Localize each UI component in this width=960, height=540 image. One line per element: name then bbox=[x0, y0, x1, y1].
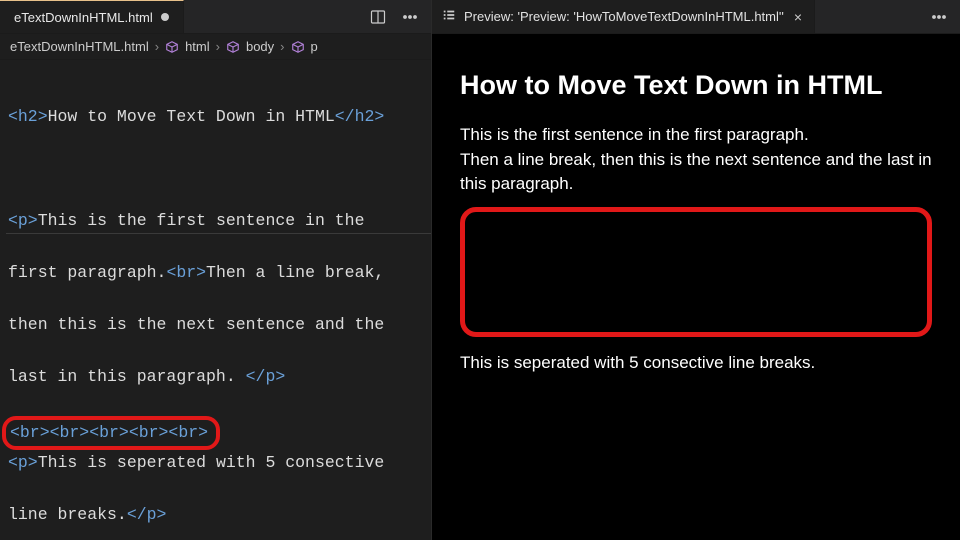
code-line-highlighted: <br><br><br><br><br> bbox=[2, 416, 220, 450]
editor-tab-actions bbox=[357, 0, 431, 33]
preview-heading: How to Move Text Down in HTML bbox=[460, 66, 932, 105]
chevron-right-icon: › bbox=[216, 39, 220, 54]
editor-pane: eTextDownInHTML.html eTextDownInHTML.htm… bbox=[0, 0, 432, 540]
close-icon[interactable]: × bbox=[792, 9, 804, 25]
breadcrumb-seg-html: html bbox=[185, 39, 210, 54]
symbol-icon bbox=[226, 40, 240, 54]
editor-tab-active[interactable]: eTextDownInHTML.html bbox=[0, 0, 184, 33]
preview-tab-actions bbox=[918, 0, 960, 33]
breadcrumb-seg-p: p bbox=[311, 39, 318, 54]
tab-label: eTextDownInHTML.html bbox=[14, 10, 153, 25]
preview-tab-bar: Preview: 'Preview: 'HowToMoveTextDownInH… bbox=[432, 0, 960, 34]
preview-list-icon bbox=[442, 8, 456, 25]
preview-body: How to Move Text Down in HTML This is th… bbox=[432, 34, 960, 540]
symbol-icon bbox=[165, 40, 179, 54]
code-editor[interactable]: <h2>How to Move Text Down in HTML</h2> <… bbox=[0, 60, 431, 540]
preview-paragraph-1: This is the first sentence in the first … bbox=[460, 123, 932, 197]
chevron-right-icon: › bbox=[155, 39, 159, 54]
editor-tab-bar: eTextDownInHTML.html bbox=[0, 0, 431, 34]
preview-tab-label: Preview: 'Preview: 'HowToMoveTextDownInH… bbox=[464, 9, 784, 24]
chevron-right-icon: › bbox=[280, 39, 284, 54]
code-line: last in this paragraph. </p> bbox=[6, 364, 431, 390]
code-line: <p>This is seperated with 5 consective bbox=[6, 450, 431, 476]
tab-dirty-indicator bbox=[161, 13, 169, 21]
code-line: first paragraph.<br>Then a line break, bbox=[6, 260, 431, 286]
split-editor-icon[interactable] bbox=[369, 8, 387, 26]
preview-tab[interactable]: Preview: 'Preview: 'HowToMoveTextDownInH… bbox=[432, 0, 815, 33]
preview-pane: Preview: 'Preview: 'HowToMoveTextDownInH… bbox=[432, 0, 960, 540]
preview-text: Then a line break, then this is the next… bbox=[460, 150, 932, 194]
code-line bbox=[6, 156, 431, 182]
preview-text: This is the first sentence in the first … bbox=[460, 125, 809, 144]
breadcrumb-file: eTextDownInHTML.html bbox=[10, 39, 149, 54]
code-line: line breaks.</p> bbox=[6, 502, 431, 528]
more-icon[interactable] bbox=[401, 8, 419, 26]
symbol-icon bbox=[291, 40, 305, 54]
breadcrumb-seg-body: body bbox=[246, 39, 274, 54]
breadcrumb[interactable]: eTextDownInHTML.html › html › body › p bbox=[0, 34, 431, 60]
more-icon[interactable] bbox=[930, 8, 948, 26]
code-line: then this is the next sentence and the bbox=[6, 312, 431, 338]
blank-space-highlight bbox=[460, 207, 932, 337]
app-root: eTextDownInHTML.html eTextDownInHTML.htm… bbox=[0, 0, 960, 540]
code-line: <p>This is the first sentence in the bbox=[6, 208, 431, 234]
preview-paragraph-2: This is seperated with 5 consective line… bbox=[460, 351, 932, 376]
code-line: <h2>How to Move Text Down in HTML</h2> bbox=[6, 104, 431, 130]
